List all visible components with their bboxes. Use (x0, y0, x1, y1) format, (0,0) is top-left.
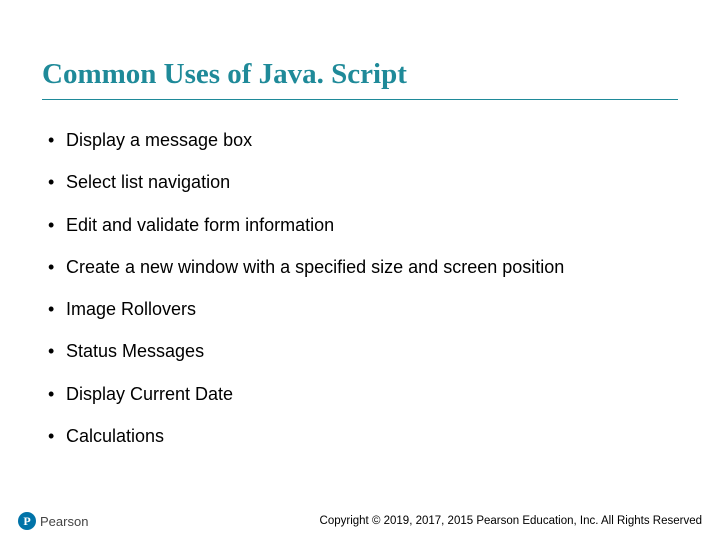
logo-badge-icon: P (18, 512, 36, 530)
list-item: Create a new window with a specified siz… (48, 255, 678, 279)
list-item: Calculations (48, 424, 678, 448)
slide-content: Common Uses of Java. Script Display a me… (0, 0, 720, 448)
list-item: Image Rollovers (48, 297, 678, 321)
slide-title: Common Uses of Java. Script (42, 58, 678, 100)
list-item: Display a message box (48, 128, 678, 152)
list-item: Status Messages (48, 339, 678, 363)
list-item: Edit and validate form information (48, 213, 678, 237)
logo-text: Pearson (40, 514, 88, 529)
list-item: Select list navigation (48, 170, 678, 194)
bullet-list: Display a message box Select list naviga… (42, 128, 678, 448)
publisher-logo: P Pearson (18, 512, 88, 530)
footer: P Pearson Copyright © 2019, 2017, 2015 P… (0, 512, 720, 530)
list-item: Display Current Date (48, 382, 678, 406)
copyright-text: Copyright © 2019, 2017, 2015 Pearson Edu… (320, 515, 702, 527)
